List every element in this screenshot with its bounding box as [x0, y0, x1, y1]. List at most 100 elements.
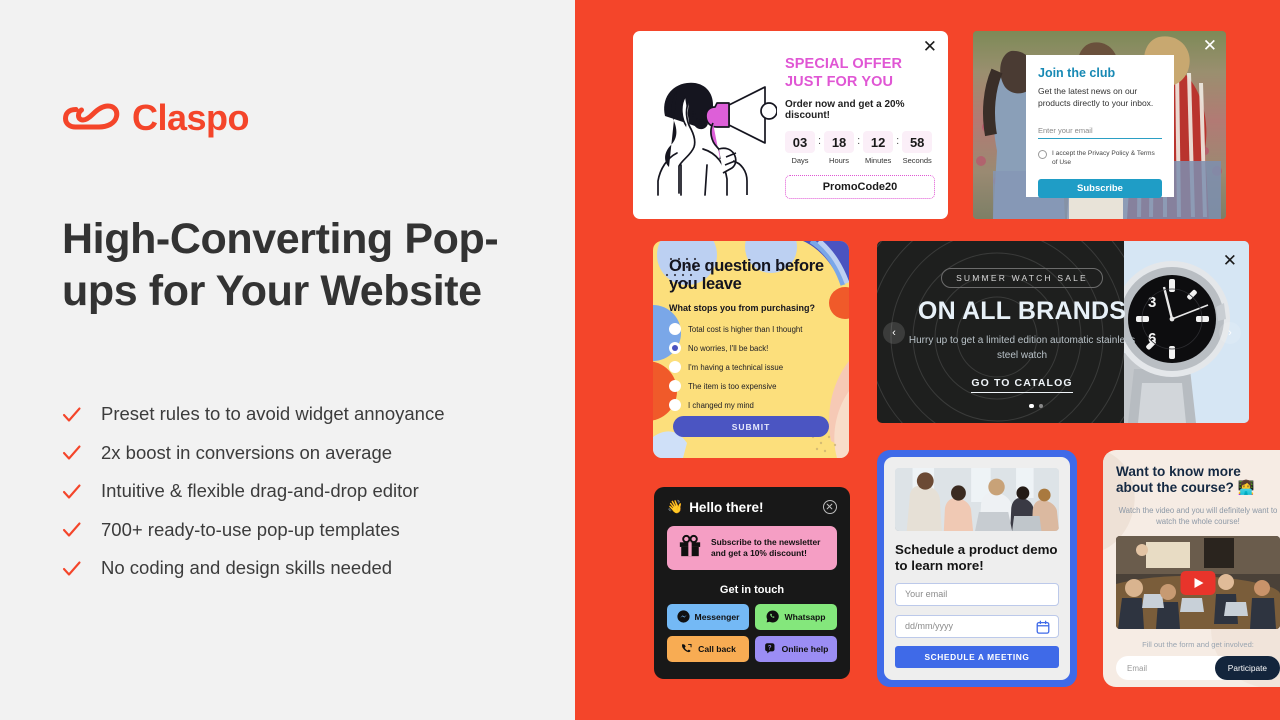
- check-icon: [62, 443, 81, 462]
- subscribe-button[interactable]: Subscribe: [1038, 178, 1162, 198]
- youtube-play-icon[interactable]: [1180, 570, 1216, 595]
- countdown-timer: 03 Days : 18 Hours : 12 Minutes : 58 Sec…: [785, 131, 935, 165]
- chevron-right-icon[interactable]: ›: [1219, 322, 1241, 344]
- consent-checkbox[interactable]: [1038, 149, 1047, 159]
- survey-content: One question before you leave What stops…: [669, 257, 836, 415]
- woman-with-megaphone-illustration: [647, 61, 778, 196]
- survey-option-label: No worries, I'll be back!: [688, 343, 769, 353]
- list-item: 2x boost in conversions on average: [62, 434, 562, 473]
- radio-icon[interactable]: [669, 323, 681, 336]
- chat-promo-banner[interactable]: Subscribe to the newsletter and get a 10…: [667, 526, 837, 570]
- survey-option-label: Total cost is higher than I thought: [688, 324, 803, 334]
- countdown-unit-days: 03 Days: [785, 131, 815, 165]
- radio-icon[interactable]: [669, 399, 681, 412]
- countdown-label: Minutes: [864, 156, 892, 166]
- woman-technologist-icon: 👩‍💻: [1237, 480, 1255, 496]
- messenger-label: Messenger: [694, 612, 740, 622]
- countdown-value: 12: [863, 131, 894, 154]
- survey-option[interactable]: The item is too expensive: [669, 377, 836, 396]
- carousel-dot-active[interactable]: [1029, 403, 1034, 408]
- close-icon[interactable]: ✕: [1223, 253, 1237, 270]
- popup-exit-survey[interactable]: One question before you leave What stops…: [653, 241, 849, 458]
- popup-course[interactable]: Want to know more about the course? 👩‍💻 …: [1103, 450, 1280, 687]
- gift-icon: [678, 534, 702, 563]
- countdown-unit-hours: 18 Hours: [824, 131, 855, 165]
- call-back-button[interactable]: Call back: [667, 636, 749, 662]
- countdown-separator: :: [896, 135, 900, 148]
- popup-join-club[interactable]: ✕ Join the club Get the latest news on o…: [973, 31, 1226, 219]
- join-club-subtitle: Get the latest news on our products dire…: [1038, 86, 1154, 109]
- carousel-dot[interactable]: [1038, 403, 1043, 408]
- radio-icon[interactable]: [669, 361, 681, 374]
- survey-option-label: I'm having a technical issue: [688, 362, 784, 372]
- chat-header: 👋 Hello there!: [667, 499, 837, 515]
- carousel-dots[interactable]: [1029, 403, 1043, 408]
- special-offer-title-line1: SPECIAL OFFER: [785, 56, 903, 72]
- survey-option[interactable]: No worries, I'll be back!: [669, 339, 836, 358]
- calendar-icon[interactable]: [1036, 620, 1050, 636]
- phone-callback-icon: [680, 642, 693, 657]
- promo-code[interactable]: PromoCode20: [785, 175, 935, 200]
- brand-name: Claspo: [132, 97, 250, 138]
- popup-chat-widget[interactable]: 👋 Hello there! Subscribe to the newslett…: [654, 487, 850, 679]
- call-back-label: Call back: [698, 644, 736, 654]
- course-video-thumbnail[interactable]: [1116, 536, 1280, 630]
- survey-title: One question before you leave: [669, 257, 824, 294]
- online-help-label: Online help: [781, 644, 829, 654]
- go-to-catalog-link[interactable]: GO TO CATALOG: [971, 377, 1073, 393]
- whatsapp-button[interactable]: Whatsapp: [755, 604, 837, 630]
- online-help-button[interactable]: ? Online help: [755, 636, 837, 662]
- right-panel: ✕ SPECIAL OFFER JUST FOR YOU Order now a…: [575, 0, 1280, 720]
- submit-button[interactable]: SUBMIT: [673, 416, 829, 437]
- email-field[interactable]: Your email: [895, 582, 1059, 606]
- list-item-label: No coding and design skills needed: [101, 557, 393, 578]
- consent-label: I accept the Privacy Policy & Terms of U…: [1052, 149, 1155, 167]
- survey-question: What stops you from purchasing?: [669, 302, 816, 313]
- course-form: Email Participate: [1116, 656, 1280, 681]
- chevron-left-icon[interactable]: ‹: [883, 322, 905, 344]
- chat-title: Hello there!: [689, 499, 764, 515]
- page-title: High-Converting Pop-ups for Your Website: [62, 215, 499, 316]
- course-title: Want to know more about the course? 👩‍💻: [1116, 464, 1280, 497]
- course-subtitle: Watch the video and you will definitely …: [1118, 505, 1278, 526]
- check-icon: [62, 405, 81, 424]
- course-title-text: Want to know more about the course?: [1116, 464, 1241, 496]
- close-icon[interactable]: ✕: [1203, 38, 1217, 55]
- popup-special-offer[interactable]: ✕ SPECIAL OFFER JUST FOR YOU Order now a…: [633, 31, 948, 219]
- list-item: Intuitive & flexible drag-and-drop edito…: [62, 472, 562, 511]
- feature-list: Preset rules to to avoid widget annoyanc…: [62, 395, 562, 588]
- list-item: No coding and design skills needed: [62, 549, 562, 588]
- consent-row[interactable]: I accept the Privacy Policy & Terms of U…: [1038, 149, 1162, 168]
- radio-icon[interactable]: [669, 380, 681, 393]
- page-root: Claspo High-Converting Pop-ups for Your …: [0, 0, 1280, 720]
- chat-section-title: Get in touch: [719, 584, 785, 596]
- close-circle-icon[interactable]: [823, 500, 837, 514]
- watch-sale-subtitle: Hurry up to get a limited edition automa…: [908, 335, 1136, 361]
- help-chat-icon: ?: [764, 642, 777, 657]
- countdown-value: 58: [902, 131, 933, 154]
- popup-schedule-demo[interactable]: Schedule a product demo to learn more! Y…: [877, 450, 1077, 687]
- date-field[interactable]: dd/mm/yyyy: [895, 614, 1059, 638]
- email-field[interactable]: Email: [1127, 664, 1147, 673]
- join-club-form: Join the club Get the latest news on our…: [1026, 55, 1174, 198]
- survey-option-label: I changed my mind: [688, 400, 754, 410]
- survey-option[interactable]: I'm having a technical issue: [669, 358, 836, 377]
- schedule-demo-title: Schedule a product demo to learn more!: [895, 542, 1058, 573]
- list-item: 700+ ready-to-use pop-up templates: [62, 511, 562, 550]
- close-icon[interactable]: ✕: [923, 39, 937, 56]
- survey-options: Total cost is higher than I thought No w…: [669, 320, 836, 415]
- list-item: Preset rules to to avoid widget annoyanc…: [62, 395, 562, 434]
- special-offer-subtitle: Order now and get a 20% discount!: [785, 99, 905, 122]
- survey-option[interactable]: Total cost is higher than I thought: [669, 320, 836, 339]
- whatsapp-label: Whatsapp: [784, 612, 826, 622]
- brand-logo[interactable]: Claspo: [63, 97, 250, 138]
- email-placeholder: Your email: [905, 589, 948, 600]
- messenger-button[interactable]: Messenger: [667, 604, 749, 630]
- chat-channel-buttons: Messenger Whatsapp Call back ? Online he…: [667, 604, 837, 662]
- participate-button[interactable]: Participate: [1214, 656, 1280, 681]
- schedule-meeting-button[interactable]: SCHEDULE A MEETING: [895, 645, 1059, 668]
- popup-watch-sale[interactable]: 3 6 ✕ SUMMER WATCH SALE ON ALL BRANDS Hu…: [877, 241, 1249, 423]
- radio-icon-selected[interactable]: [669, 342, 681, 355]
- email-field[interactable]: Enter your email: [1038, 123, 1162, 139]
- survey-option[interactable]: I changed my mind: [669, 396, 836, 415]
